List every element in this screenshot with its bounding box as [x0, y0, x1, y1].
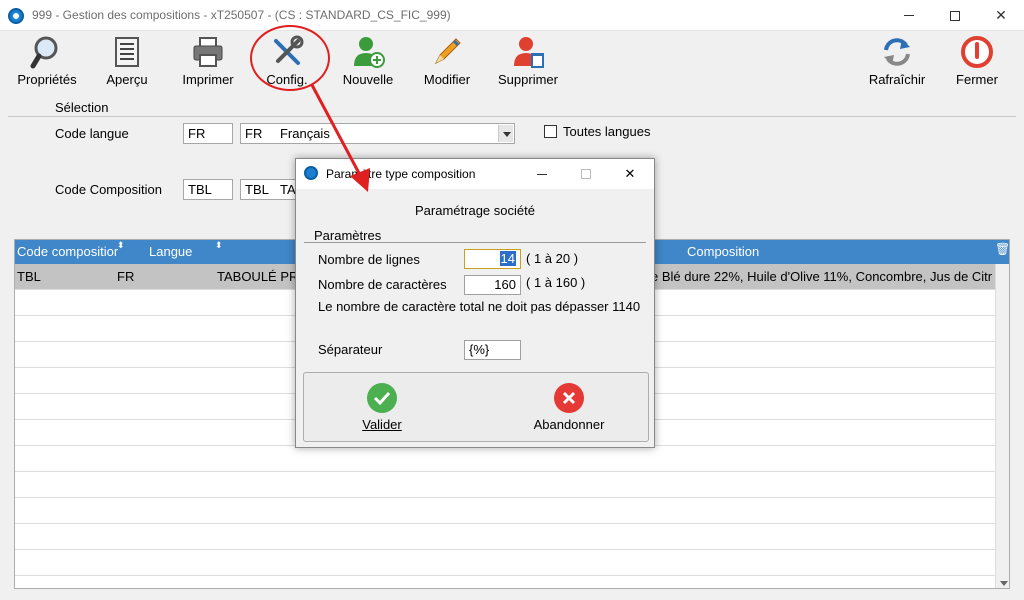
new-label: Nouvelle — [342, 72, 394, 87]
nb-lignes-range: ( 1 à 20 ) — [526, 251, 579, 266]
langue-select-name: Français — [279, 126, 330, 141]
col-header-composition[interactable]: Composition — [687, 244, 759, 259]
user-add-icon — [351, 35, 385, 69]
close-button[interactable]: Fermer — [937, 35, 1017, 87]
divider — [8, 116, 1016, 117]
group-divider — [304, 242, 646, 243]
title-bar: 999 - Gestion des compositions - xT25050… — [0, 0, 1024, 31]
highlight-circle — [250, 25, 330, 91]
dialog-button-panel: Valider Abandonner — [303, 372, 649, 442]
cell-langue: FR — [117, 269, 135, 284]
power-icon — [960, 35, 994, 69]
user-delete-icon — [511, 35, 545, 69]
cancel-icon — [554, 383, 584, 413]
valider-label: Valider — [362, 417, 402, 432]
nb-lignes-label: Nombre de lignes — [318, 252, 420, 267]
config-dialog: Paramètre type composition ✕ Paramétrage… — [295, 158, 655, 448]
composition-select-name: TA — [279, 182, 296, 197]
vertical-scrollbar[interactable] — [995, 264, 1009, 588]
cell-code: TBL — [17, 269, 41, 284]
refresh-button[interactable]: Rafraîchir — [857, 35, 937, 87]
maximize-icon — [581, 169, 591, 179]
toutes-langues-checkbox[interactable] — [544, 125, 557, 138]
table-row[interactable] — [15, 550, 995, 576]
chevron-down-icon[interactable] — [498, 125, 513, 142]
app-logo-icon — [304, 166, 318, 180]
nb-lignes-input[interactable]: 14 — [464, 249, 521, 269]
dialog-minimize-button[interactable] — [522, 159, 562, 189]
dialog-title-bar: Paramètre type composition ✕ — [296, 159, 654, 189]
magnifier-icon — [30, 35, 64, 69]
cell-libelle: TABOULÉ PR — [217, 269, 299, 284]
table-row[interactable] — [15, 524, 995, 550]
properties-label: Propriétés — [17, 72, 77, 87]
separateur-label: Séparateur — [318, 342, 383, 357]
document-preview-icon — [110, 35, 144, 69]
nb-caracteres-range: ( 1 à 160 ) — [526, 275, 586, 290]
dialog-subtitle: Paramétrage société — [415, 203, 535, 218]
col-header-code[interactable]: Code compositior — [17, 244, 118, 259]
delete-label: Supprimer — [498, 72, 558, 87]
code-composition-input[interactable]: TBL — [183, 179, 233, 200]
table-row[interactable] — [15, 446, 995, 472]
max-characters-note: Le nombre de caractère total ne doit pas… — [318, 299, 641, 314]
printer-icon — [191, 35, 225, 69]
abandonner-label: Abandonner — [533, 417, 605, 432]
nb-lignes-value: 14 — [499, 251, 516, 266]
abandonner-button[interactable]: Abandonner — [519, 383, 619, 432]
parameters-group-label: Paramètres — [314, 228, 382, 243]
trash-icon[interactable]: 🗑 — [995, 242, 1009, 256]
langue-select[interactable]: FR Français — [240, 123, 515, 144]
refresh-label: Rafraîchir — [868, 72, 926, 87]
scroll-down-icon[interactable] — [1000, 581, 1008, 586]
code-composition-label: Code Composition — [55, 182, 162, 197]
preview-button[interactable]: Aperçu — [87, 35, 167, 87]
nb-caracteres-label: Nombre de caractères — [318, 277, 447, 292]
sort-icon[interactable]: ⬍ — [117, 240, 125, 251]
window-title: 999 - Gestion des compositions - xT25050… — [32, 8, 451, 22]
close-icon: ✕ — [995, 7, 1007, 23]
maximize-icon — [950, 10, 960, 21]
pencil-icon — [430, 35, 464, 69]
print-label: Imprimer — [182, 72, 234, 87]
selection-title: Sélection — [55, 100, 109, 115]
table-row[interactable] — [15, 498, 995, 524]
minimize-icon — [537, 173, 547, 175]
close-label: Fermer — [956, 72, 998, 87]
dialog-maximize-button — [566, 159, 606, 189]
minimize-button[interactable] — [886, 0, 932, 31]
new-button[interactable]: Nouvelle — [328, 35, 408, 87]
refresh-icon — [880, 35, 914, 69]
sort-icon[interactable]: ⬍ — [215, 240, 223, 251]
toutes-langues-label: Toutes langues — [563, 124, 651, 139]
check-icon — [367, 383, 397, 413]
table-row[interactable] — [15, 472, 995, 498]
langue-select-code: FR — [245, 126, 263, 141]
close-icon: ✕ — [624, 166, 636, 181]
dialog-title: Paramètre type composition — [326, 167, 476, 181]
composition-select-code: TBL — [245, 182, 269, 197]
col-header-langue[interactable]: Langue — [149, 244, 192, 259]
code-langue-input[interactable]: FR — [183, 123, 233, 144]
valider-button[interactable]: Valider — [332, 383, 432, 432]
code-langue-label: Code langue — [55, 126, 129, 141]
app-logo-icon — [8, 8, 24, 24]
cell-composition: e Blé dure 22%, Huile d'Olive 11%, Conco… — [651, 269, 993, 284]
properties-button[interactable]: Propriétés — [7, 35, 87, 87]
preview-label: Aperçu — [106, 72, 148, 87]
close-window-button[interactable]: ✕ — [978, 0, 1024, 31]
dialog-close-button[interactable]: ✕ — [610, 159, 650, 189]
print-button[interactable]: Imprimer — [168, 35, 248, 87]
delete-button[interactable]: Supprimer — [488, 35, 568, 87]
maximize-button[interactable] — [932, 0, 978, 31]
toolbar: Propriétés Aperçu Imprimer Config. Nouve… — [0, 31, 1024, 91]
edit-button[interactable]: Modifier — [407, 35, 487, 87]
separateur-input[interactable]: {%} — [464, 340, 521, 360]
edit-label: Modifier — [423, 72, 471, 87]
minimize-icon — [904, 15, 914, 16]
nb-caracteres-input[interactable]: 160 — [464, 275, 521, 295]
